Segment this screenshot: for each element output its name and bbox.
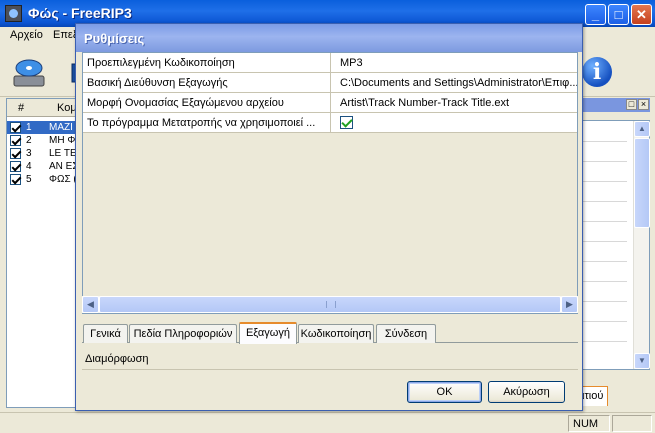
minimize-button[interactable]: _ [585,4,606,25]
vertical-scrollbar[interactable]: ▲ ▼ [633,121,650,369]
tab-encoding[interactable]: Κωδικοποίηση [298,324,374,343]
scroll-right-icon[interactable]: ▶ [561,296,578,313]
converter-checkbox[interactable] [340,116,353,129]
panel-close-icon[interactable]: × [638,99,649,110]
right-panel-list: ▲ ▼ [578,120,650,370]
settings-grid: Προεπιλεγμένη Κωδικοποίηση MP3 Βασική Δι… [82,52,578,314]
num-lock-indicator: NUM [568,415,610,432]
cd-drive-icon [13,59,45,87]
setting-value-export-path[interactable]: C:\Documents and Settings\Administrator\… [332,73,577,92]
setting-label: Προεπιλεγμένη Κωδικοποίηση [83,53,331,72]
tab-info-fields[interactable]: Πεδία Πληροφοριών [129,324,237,343]
right-panel: □ × ▲ ▼ ιτιού [578,98,650,408]
maximize-button[interactable]: □ [608,4,629,25]
track-number: 2 [26,135,32,146]
track-checkbox[interactable] [10,161,21,172]
horizontal-scrollbar[interactable]: ◀ ▶ [82,296,578,313]
track-checkbox[interactable] [10,122,21,133]
status-bar: NUM [0,412,655,433]
dialog-title: Ρυθμίσεις [84,31,145,46]
ok-button[interactable]: OK [407,381,482,403]
column-number[interactable]: # [18,102,24,114]
tab-export[interactable]: Εξαγωγή [239,322,297,344]
scroll-up-icon[interactable]: ▲ [634,121,650,137]
scroll-thumb[interactable] [634,138,650,228]
right-panel-header: □ × [578,98,650,112]
track-checkbox[interactable] [10,148,21,159]
window-title: Φώς - FreeRIP3 [28,5,132,21]
settings-row-encoding[interactable]: Προεπιλεγμένη Κωδικοποίηση MP3 [83,53,577,73]
scroll-down-icon[interactable]: ▼ [634,353,650,369]
info-icon[interactable]: i [582,57,612,87]
setting-label: Βασική Διεύθυνση Εξαγωγής [83,73,331,92]
setting-value-encoding[interactable]: MP3 [332,53,577,72]
settings-tabs: Γενικά Πεδία Πληροφοριών Εξαγωγή Κωδικοπ… [82,322,578,344]
setting-description: Διαμόρφωση [82,346,578,370]
setting-value-filename-format[interactable]: Artist\Track Number-Track Title.ext [332,93,577,112]
app-icon [5,5,22,22]
track-number: 5 [26,174,32,185]
settings-row-export-path[interactable]: Βασική Διεύθυνση Εξαγωγής C:\Documents a… [83,73,577,93]
track-number: 1 [26,122,32,133]
close-button[interactable]: ✕ [631,4,652,25]
settings-row-converter[interactable]: Το πρόγραμμα Μετατροπής να χρησιμοποιεί … [83,113,577,133]
track-checkbox[interactable] [10,174,21,185]
column-title[interactable]: Κομ [57,102,77,114]
settings-dialog: Ρυθμίσεις Προεπιλεγμένη Κωδικοποίηση MP3… [75,23,583,411]
dialog-titlebar: Ρυθμίσεις [76,24,582,52]
tab-connection[interactable]: Σύνδεση [376,324,436,343]
panel-restore-icon[interactable]: □ [626,99,637,110]
setting-value-converter[interactable] [332,113,577,132]
track-checkbox[interactable] [10,135,21,146]
settings-row-filename-format[interactable]: Μορφή Ονομασίας Εξαγώμενου αρχείου Artis… [83,93,577,113]
scroll-thumb[interactable] [99,296,561,313]
track-number: 3 [26,148,32,159]
tab-general[interactable]: Γενικά [83,324,128,343]
cancel-button[interactable]: Ακύρωση [488,381,565,403]
rip-cd-button[interactable] [8,50,50,92]
track-number: 4 [26,161,32,172]
status-cell-empty [612,415,652,432]
setting-label: Το πρόγραμμα Μετατροπής να χρησιμοποιεί … [83,113,331,132]
menu-file[interactable]: Αρχείο [10,29,43,41]
setting-label: Μορφή Ονομασίας Εξαγώμενου αρχείου [83,93,331,112]
scroll-left-icon[interactable]: ◀ [82,296,99,313]
